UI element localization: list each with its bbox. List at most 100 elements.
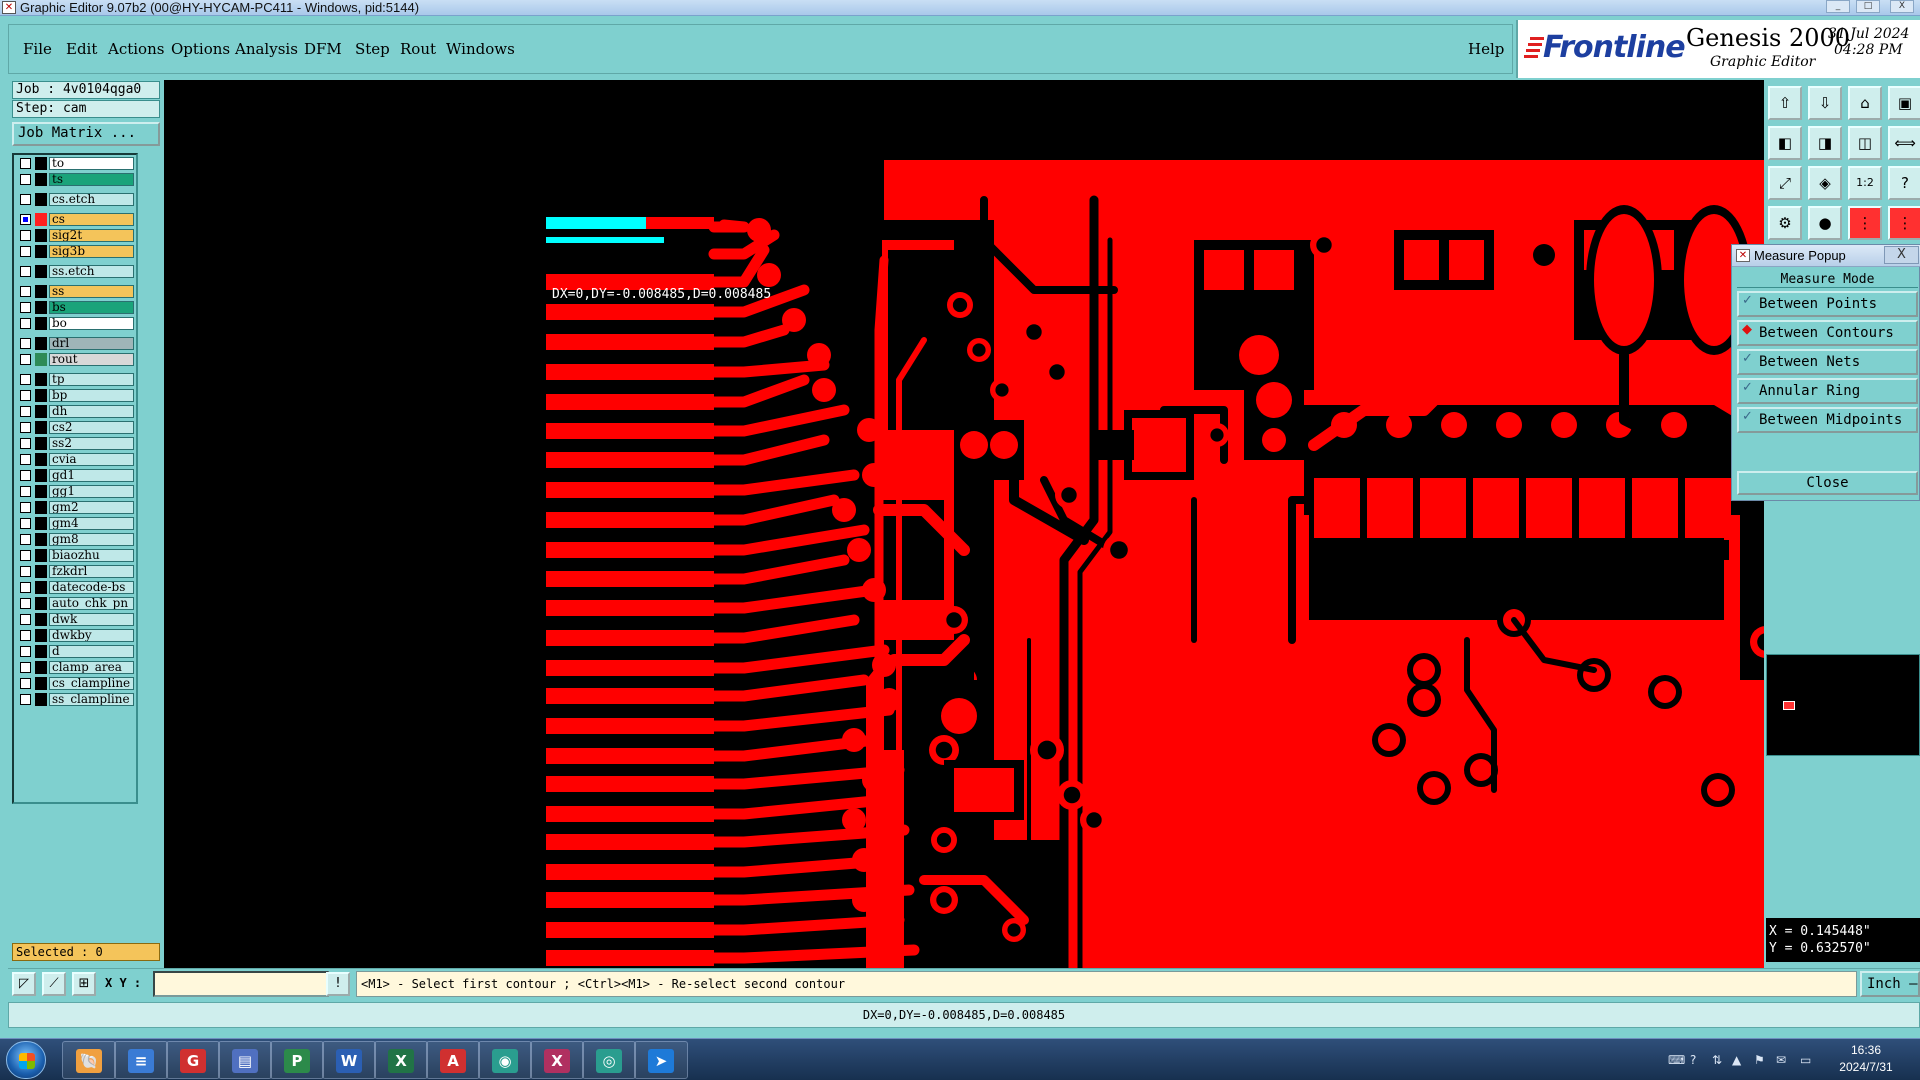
layer-checkbox[interactable] <box>20 174 31 185</box>
save-app-button[interactable]: ▤ <box>218 1041 272 1079</box>
menu-file[interactable]: File <box>23 40 52 58</box>
layer-name[interactable]: biaozhu <box>49 549 134 562</box>
fit-icon[interactable]: ⤢ <box>1768 166 1802 200</box>
layer-name[interactable]: drl <box>49 337 134 350</box>
browser-app-button[interactable]: G <box>166 1041 220 1079</box>
layer-row[interactable]: d <box>16 644 136 659</box>
taskbar-clock[interactable]: 16:36 2024/7/31 <box>1826 1042 1906 1076</box>
menu-actions[interactable]: Actions <box>108 40 164 58</box>
menu-step[interactable]: Step <box>355 40 390 58</box>
cam-app-button[interactable]: ◎ <box>582 1041 636 1079</box>
layer-row[interactable]: clamp_area <box>16 660 136 675</box>
layer-row[interactable]: ss_clampline <box>16 692 136 707</box>
layer-row[interactable]: gd1 <box>16 468 136 483</box>
layer-name[interactable]: gm8 <box>49 533 134 546</box>
layer-checkbox[interactable] <box>20 582 31 593</box>
layer-name[interactable]: gd1 <box>49 469 134 482</box>
measure-option[interactable]: ✓ Annular Ring <box>1737 378 1918 404</box>
measure-option[interactable]: ✓ Between Midpoints <box>1737 407 1918 433</box>
layer-checkbox[interactable] <box>20 518 31 529</box>
measure-option[interactable]: ◆ Between Contours <box>1737 320 1918 346</box>
pan-right-icon[interactable]: ◨ <box>1808 126 1842 160</box>
layer-checkbox[interactable] <box>20 550 31 561</box>
job-matrix-button[interactable]: Job Matrix ... <box>12 122 160 146</box>
start-button[interactable] <box>6 1041 46 1079</box>
publisher-app-button[interactable]: P <box>270 1041 324 1079</box>
menu-help[interactable]: Help <box>1468 40 1504 58</box>
layer-name[interactable]: cvia <box>49 453 134 466</box>
home-icon[interactable]: ⌂ <box>1848 86 1882 120</box>
layer-name[interactable]: ss.etch <box>49 265 134 278</box>
layer-checkbox[interactable] <box>20 502 31 513</box>
xy-input[interactable] <box>153 971 329 997</box>
layer-checkbox[interactable] <box>20 302 31 313</box>
pcb-artwork[interactable] <box>164 80 1764 968</box>
layer-row[interactable]: ss <box>16 284 136 299</box>
grid-mode-icon[interactable]: ⊞ <box>72 972 96 996</box>
layer-name[interactable]: ss_clampline <box>49 693 134 706</box>
help-tray-icon[interactable]: ? <box>1690 1053 1696 1067</box>
layer-checkbox[interactable] <box>20 438 31 449</box>
layer-checkbox[interactable] <box>20 230 31 241</box>
layer-name[interactable]: rout <box>49 353 134 366</box>
layer-name[interactable]: ts <box>49 173 134 186</box>
flag-icon[interactable]: ⚑ <box>1754 1053 1765 1067</box>
layer-checkbox[interactable] <box>20 630 31 641</box>
layer-icon[interactable]: ⋮ <box>1848 206 1882 240</box>
snap-icon[interactable]: ⚙ <box>1768 206 1802 240</box>
layer-name[interactable]: dwkby <box>49 629 134 642</box>
zoom-center-icon[interactable]: ◈ <box>1808 166 1842 200</box>
menu-dfm[interactable]: DFM <box>304 40 342 58</box>
layer-name[interactable]: bo <box>49 317 134 330</box>
layer-row[interactable]: gm8 <box>16 532 136 547</box>
action-center-icon[interactable]: ✉ <box>1776 1053 1786 1067</box>
layer-row[interactable]: ss2 <box>16 436 136 451</box>
layer-name[interactable]: dh <box>49 405 134 418</box>
layer-name[interactable]: to <box>49 157 134 170</box>
layer-checkbox[interactable] <box>20 614 31 625</box>
layer-checkbox[interactable] <box>20 470 31 481</box>
layer-checkbox[interactable] <box>20 158 31 169</box>
shell-app-button[interactable]: 🐚 <box>62 1041 116 1079</box>
layer-row[interactable]: auto_chk_pn <box>16 596 136 611</box>
layer-row[interactable]: datecode-bs <box>16 580 136 595</box>
layer-row[interactable]: dh <box>16 404 136 419</box>
layer-row[interactable]: tp <box>16 372 136 387</box>
menu-options[interactable]: Options <box>171 40 230 58</box>
layer-checkbox[interactable] <box>20 566 31 577</box>
layer-active-icon[interactable]: ⋮ <box>1888 206 1920 240</box>
menu-rout[interactable]: Rout <box>400 40 436 58</box>
maximize-button[interactable]: □ <box>1856 0 1880 13</box>
measure-icon[interactable]: ⟺ <box>1888 126 1920 160</box>
layer-row[interactable]: to <box>16 156 136 171</box>
layer-name[interactable]: gg1 <box>49 485 134 498</box>
info-button[interactable]: ! <box>326 972 350 996</box>
layer-name[interactable]: gm4 <box>49 517 134 530</box>
popup-close-button[interactable]: Close <box>1737 471 1918 495</box>
excel-app-button[interactable]: X <box>374 1041 428 1079</box>
layer-name[interactable]: dwk <box>49 613 134 626</box>
layer-row[interactable]: bo <box>16 316 136 331</box>
menu-analysis[interactable]: Analysis <box>235 40 298 58</box>
layer-row[interactable]: gg1 <box>16 484 136 499</box>
keyboard-icon[interactable]: ⌨ <box>1668 1053 1685 1067</box>
layer-row[interactable]: ss.etch <box>16 264 136 279</box>
minimap[interactable] <box>1766 654 1920 756</box>
layer-name[interactable]: ss <box>49 285 134 298</box>
layer-checkbox[interactable] <box>20 486 31 497</box>
layer-name[interactable]: cs_clampline <box>49 677 134 690</box>
measure-option[interactable]: ✓ Between Points <box>1737 291 1918 317</box>
layer-name[interactable]: bp <box>49 389 134 402</box>
layer-checkbox[interactable] <box>20 390 31 401</box>
layer-checkbox[interactable] <box>20 534 31 545</box>
snap-mode-icon[interactable]: ⟋ <box>42 972 66 996</box>
layer-row[interactable]: fzkdrl <box>16 564 136 579</box>
window-icon[interactable]: ▣ <box>1888 86 1920 120</box>
layer-name[interactable]: datecode-bs <box>49 581 134 594</box>
layer-row[interactable]: dwkby <box>16 628 136 643</box>
popup-title-bar[interactable]: ✕ Measure Popup X <box>1732 245 1920 267</box>
layer-row[interactable]: gm4 <box>16 516 136 531</box>
layer-row[interactable]: sig2t <box>16 228 136 243</box>
notepad-app-button[interactable]: ≡ <box>114 1041 168 1079</box>
show-hidden-icon[interactable]: ▲ <box>1732 1053 1741 1067</box>
